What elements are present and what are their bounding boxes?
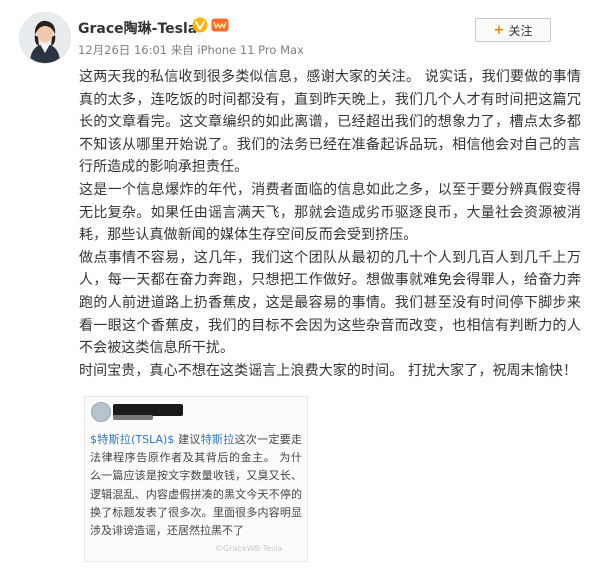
post-text: 这两天我的私信收到很多类似信息，感谢大家的关注。 说实话，我们要做的事情真的太多… — [79, 66, 581, 382]
post-paragraph: 时间宝贵，真心不想在这类谣言上浪费大家的时间。 打扰大家了，祝周末愉快！ — [79, 362, 578, 379]
embedded-pre: 建议 — [174, 433, 201, 446]
avatar[interactable] — [19, 12, 71, 64]
watermark: ©GraceWB·Tesla — [215, 544, 283, 553]
redacted-meta — [113, 415, 153, 420]
verified-badge-icon — [192, 17, 208, 33]
embedded-body: 这次一定要走法律程序告原作者及其背后的金主。 为什么一篇应该是按文字数量收钱，又… — [90, 433, 303, 538]
post-time[interactable]: 16:01 — [134, 43, 167, 57]
stock-link: $特斯拉(TSLA)$ — [90, 433, 175, 446]
username[interactable]: Grace陶琳-Tesla — [78, 18, 197, 38]
embedded-screenshot[interactable]: $特斯拉(TSLA)$ 建议特斯拉这次一定要走法律程序告原作者及其背后的金主。 … — [84, 396, 308, 562]
post-paragraph: 这是一个信息爆炸的年代，消费者面临的信息如此之多，以至于要分辨真假变得无比复杂。… — [79, 181, 581, 244]
follow-label: 关注 — [508, 23, 533, 38]
post-paragraph: 做点事情不容易，这几年，我们这个团队从最初的几十个人到几百人到几千上万人，每一天… — [79, 249, 581, 357]
embedded-header — [89, 401, 239, 423]
avatar-portrait-icon — [20, 13, 70, 63]
follow-button[interactable]: + 关注 — [475, 18, 551, 42]
post-paragraph: 这两天我的私信收到很多类似信息，感谢大家的关注。 说实话，我们要做的事情真的太多… — [79, 69, 581, 176]
embedded-text: $特斯拉(TSLA)$ 建议特斯拉这次一定要走法律程序告原作者及其背后的金主。 … — [90, 431, 302, 540]
post-meta: 12月26日 16:01 来自 iPhone 11 Pro Max — [78, 42, 304, 58]
member-badge-icon[interactable] — [211, 17, 229, 33]
post-date[interactable]: 12月26日 — [78, 43, 130, 57]
plus-icon: + — [493, 22, 505, 38]
post-source: 来自 iPhone 11 Pro Max — [170, 43, 304, 57]
embedded-avatar — [91, 402, 111, 422]
mention-link: 特斯拉 — [200, 433, 235, 446]
